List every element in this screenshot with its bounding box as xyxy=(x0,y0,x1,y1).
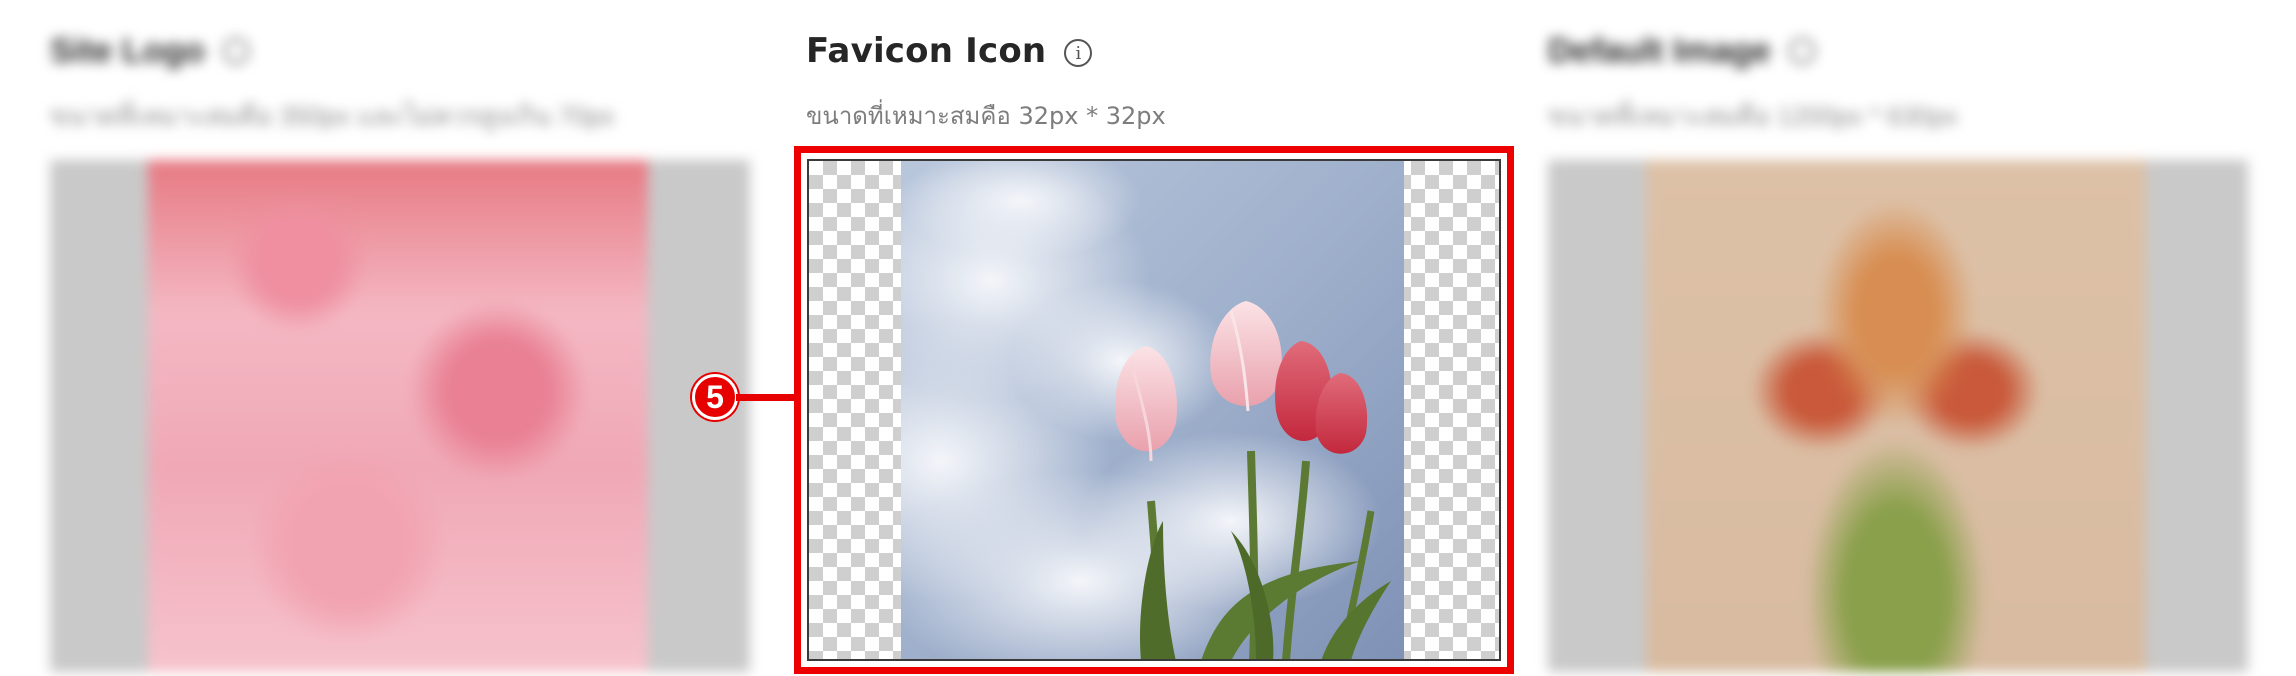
pink-tulip-field-image xyxy=(148,160,648,672)
callout-marker: 5 xyxy=(692,374,794,420)
default-image-title-row: Default Image xyxy=(1548,20,2248,82)
site-logo-panel: Site Logo ขนาดที่เหมาะสมคือ 350px และไม่… xyxy=(50,20,750,672)
info-icon[interactable] xyxy=(1788,38,1815,64)
favicon-size-hint: ขนาดที่เหมาะสมคือ 32px * 32px xyxy=(806,102,1166,130)
default-image-panel: Default Image ขนาดที่เหมาะสมคือ 1200px *… xyxy=(1548,20,2248,672)
info-icon[interactable] xyxy=(222,38,249,64)
site-logo-title-row: Site Logo xyxy=(50,20,750,82)
callout-connector-line xyxy=(736,393,794,401)
favicon-highlight-frame xyxy=(794,146,1514,674)
info-icon[interactable]: i xyxy=(1064,39,1093,67)
site-logo-subtitle: ขนาดที่เหมาะสมคือ 350px และไม่ควรสูงเกิน… xyxy=(50,101,615,131)
callout-number-badge: 5 xyxy=(692,374,738,420)
tulip-photo-drawing xyxy=(901,161,1404,659)
site-logo-image-upload[interactable] xyxy=(50,160,750,672)
favicon-title-row: Favicon Icon i xyxy=(806,20,1506,82)
favicon-settings-screen: Site Logo ขนาดที่เหมาะสมคือ 350px และไม่… xyxy=(0,0,2296,676)
default-image-upload[interactable] xyxy=(1548,160,2248,672)
default-image-subtitle: ขนาดที่เหมาะสมคือ 1200px * 630px xyxy=(1548,101,1958,131)
default-image-title: Default Image xyxy=(1548,32,1771,70)
favicon-image-upload[interactable] xyxy=(807,159,1501,661)
favicon-title: Favicon Icon xyxy=(806,31,1047,71)
tulip-sky-image xyxy=(901,161,1404,659)
site-logo-title: Site Logo xyxy=(50,32,205,70)
favicon-panel: Favicon Icon i ขนาดที่เหมาะสมคือ 32px * … xyxy=(794,20,1514,674)
tulip-bouquet-image xyxy=(1646,160,2146,672)
